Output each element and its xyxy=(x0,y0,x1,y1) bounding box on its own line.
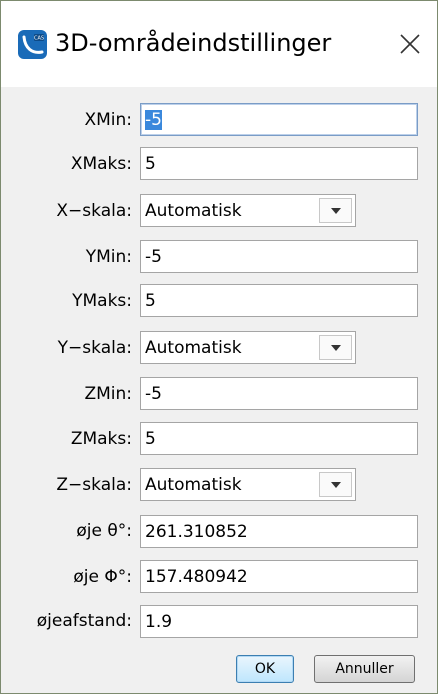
title-bar[interactable]: CAS 3D-områdeindstillinger xyxy=(1,1,437,87)
eye-theta-field[interactable]: 261.310852 xyxy=(140,515,418,548)
z-skala-value: Automatisk xyxy=(145,475,242,495)
label-eye-phi: øje Φ°: xyxy=(73,567,132,587)
label-z-skala: Z−skala: xyxy=(56,475,132,495)
ymin-value: -5 xyxy=(145,247,162,267)
chevron-down-icon xyxy=(331,208,341,214)
xmin-value: -5 xyxy=(145,110,162,130)
dialog-title: 3D-områdeindstillinger xyxy=(55,29,332,57)
label-zmaks: ZMaks: xyxy=(70,429,132,449)
y-skala-dropdown-button[interactable] xyxy=(319,335,352,360)
zmin-value: -5 xyxy=(145,384,162,404)
xmin-field[interactable]: -5 xyxy=(140,103,418,136)
cancel-button[interactable]: Annuller xyxy=(314,655,415,683)
y-skala-dropdown[interactable]: Automatisk xyxy=(140,331,356,364)
zmin-field[interactable]: -5 xyxy=(140,377,418,410)
x-skala-dropdown-button[interactable] xyxy=(319,198,352,223)
label-xmaks: XMaks: xyxy=(70,154,132,174)
ok-button[interactable]: OK xyxy=(236,655,294,683)
label-xmin: XMin: xyxy=(84,110,132,130)
x-skala-dropdown[interactable]: Automatisk xyxy=(140,194,356,227)
label-eye-theta: øje θ°: xyxy=(76,521,132,541)
chevron-down-icon xyxy=(331,345,341,351)
label-x-skala: X−skala: xyxy=(56,201,132,221)
ymin-field[interactable]: -5 xyxy=(140,240,418,273)
xmaks-value: 5 xyxy=(145,154,156,174)
eye-distance-field[interactable]: 1.9 xyxy=(140,605,418,638)
close-icon xyxy=(393,27,427,61)
ymaks-value: 5 xyxy=(145,291,156,311)
x-skala-value: Automatisk xyxy=(145,201,242,221)
eye-theta-value: 261.310852 xyxy=(145,522,248,542)
zmaks-field[interactable]: 5 xyxy=(140,422,418,455)
label-y-skala: Y−skala: xyxy=(57,338,132,358)
dialog-window: CAS 3D-områdeindstillinger XMin: -5 XMak… xyxy=(0,0,438,694)
label-zmin: ZMin: xyxy=(84,384,132,404)
svg-text:CAS: CAS xyxy=(34,36,44,42)
eye-distance-value: 1.9 xyxy=(145,612,173,632)
label-ymaks: YMaks: xyxy=(72,291,132,311)
zmaks-value: 5 xyxy=(145,429,156,449)
z-skala-dropdown[interactable]: Automatisk xyxy=(140,468,356,501)
label-ymin: YMin: xyxy=(85,247,132,267)
chevron-down-icon xyxy=(331,482,341,488)
z-skala-dropdown-button[interactable] xyxy=(319,472,352,497)
eye-phi-value: 157.480942 xyxy=(145,567,248,587)
eye-phi-field[interactable]: 157.480942 xyxy=(140,560,418,593)
close-button[interactable] xyxy=(393,27,427,61)
ymaks-field[interactable]: 5 xyxy=(140,284,418,317)
xmaks-field[interactable]: 5 xyxy=(140,147,418,180)
cas-app-icon: CAS xyxy=(18,30,47,59)
y-skala-value: Automatisk xyxy=(145,338,242,358)
label-eye-distance: øjeafstand: xyxy=(36,611,132,631)
